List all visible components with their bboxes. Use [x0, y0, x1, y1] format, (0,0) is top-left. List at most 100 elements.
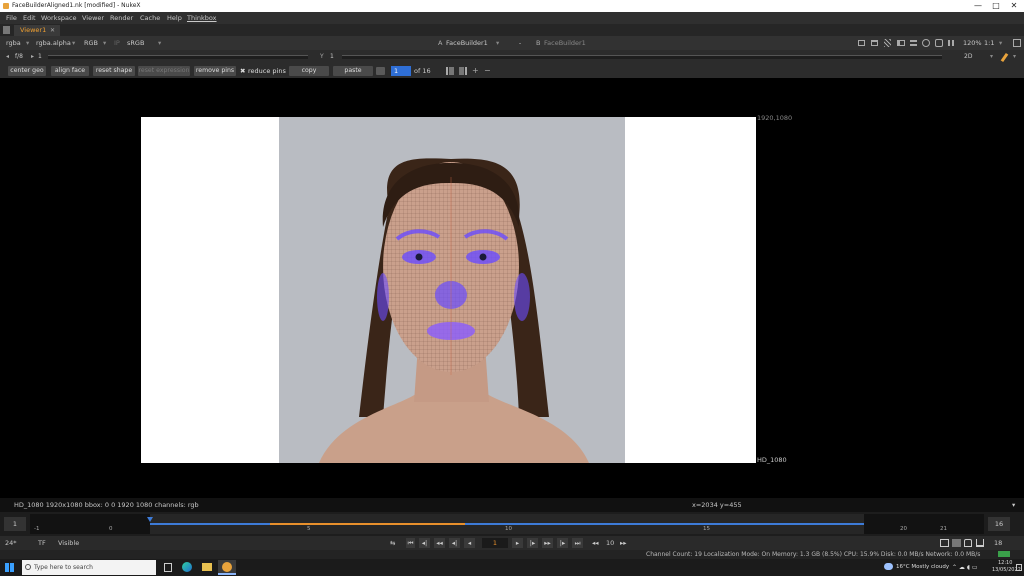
menu-file[interactable]: File	[6, 12, 17, 24]
step-forward-button[interactable]: |▸	[527, 538, 538, 548]
fullframe-icon[interactable]	[1013, 39, 1021, 47]
first-keyframe-icon[interactable]	[446, 67, 454, 75]
view-mode-dropdown[interactable]: 2D	[964, 50, 972, 64]
tf-dropdown[interactable]: TF	[38, 536, 46, 550]
close-button[interactable]: ✕	[1004, 0, 1024, 12]
status-bar: Channel Count: 19 Localization Mode: On …	[0, 550, 1024, 559]
gain-slider[interactable]	[48, 55, 308, 59]
nuke-taskbar-button[interactable]	[218, 560, 236, 575]
edge-browser-icon[interactable]	[182, 562, 192, 572]
clock-time[interactable]: 12:10	[998, 560, 1012, 566]
menu-workspace[interactable]: Workspace	[41, 12, 77, 24]
clipping-icon[interactable]	[922, 39, 930, 47]
gamma-slider[interactable]	[342, 55, 942, 59]
visible-dropdown[interactable]: Visible	[58, 536, 79, 550]
add-keyframe-icon[interactable]: +	[472, 67, 480, 75]
roi-icon[interactable]	[858, 40, 865, 46]
info-expand-icon[interactable]: ▾	[1012, 498, 1015, 512]
menu-edit[interactable]: Edit	[23, 12, 36, 24]
timeline-range-bar	[150, 523, 864, 525]
first-frame-button[interactable]: ⏮	[406, 538, 415, 548]
menu-thinkbox[interactable]: Thinkbox	[187, 12, 217, 24]
playhead-marker[interactable]	[147, 517, 153, 522]
increment-forward-icon[interactable]: ▸▸	[620, 536, 627, 550]
pins-icon[interactable]	[376, 67, 385, 75]
render-icon[interactable]	[952, 539, 961, 547]
step-back-increment-button[interactable]: ◂◂	[434, 538, 445, 548]
playback-end-field[interactable]: 18	[994, 536, 1002, 550]
timeline-end-field[interactable]: 16	[988, 517, 1010, 531]
panel-menu-icon[interactable]	[3, 26, 10, 34]
minimize-button[interactable]: —	[968, 0, 988, 12]
reset-shape-button[interactable]: reset shape	[93, 66, 135, 76]
fps-dropdown[interactable]: 24*	[5, 536, 17, 550]
playback-range-icon[interactable]: ⇆	[390, 536, 395, 550]
fstop-value[interactable]: f/8	[15, 50, 23, 64]
task-view-icon[interactable]	[164, 563, 172, 572]
reduce-pins-checkbox[interactable]: ✖	[240, 64, 245, 78]
format-label-bottom: HD_1080	[757, 456, 787, 464]
input-a-dropdown[interactable]: FaceBuilder1	[446, 36, 488, 50]
remove-pins-button[interactable]: remove pins	[194, 66, 236, 76]
reset-expression-button[interactable]: reset expression	[138, 66, 190, 76]
mask-icon[interactable]	[910, 40, 917, 46]
align-face-button[interactable]: align face	[51, 66, 89, 76]
ratio-dropdown[interactable]: 1:1	[984, 36, 994, 50]
paint-brush-icon[interactable]	[1000, 52, 1009, 63]
maximize-button[interactable]: □	[986, 0, 1006, 12]
weather-icon[interactable]	[884, 563, 893, 570]
menu-cache[interactable]: Cache	[140, 12, 160, 24]
checker-icon[interactable]	[884, 39, 891, 47]
timeline[interactable]: 1 -1 0 5 10 15 20 21 16	[0, 512, 1024, 536]
previous-keyframe-button[interactable]: ◂|	[419, 538, 430, 548]
tray-icons[interactable]: ⌃ ☁ ◖ ▭	[952, 559, 978, 576]
pause-icon[interactable]	[948, 40, 954, 46]
taskbar-search-input[interactable]: Type here to search	[22, 560, 156, 575]
play-backward-button[interactable]: ◂	[464, 538, 475, 548]
export-icon[interactable]	[976, 539, 984, 547]
ip-toggle[interactable]: IP	[114, 36, 120, 50]
notifications-icon[interactable]	[1016, 564, 1022, 571]
input-b-dropdown[interactable]: FaceBuilder1	[544, 36, 586, 50]
keyframe-input[interactable]: 1	[391, 66, 411, 76]
zoom-dropdown[interactable]: 120%	[963, 36, 982, 50]
menu-viewer[interactable]: Viewer	[82, 12, 104, 24]
next-keyframe-button[interactable]: |▸	[557, 538, 568, 548]
menu-render[interactable]: Render	[110, 12, 133, 24]
composite-mode-dropdown[interactable]: -	[510, 36, 530, 50]
remove-keyframe-icon[interactable]: −	[484, 67, 492, 75]
step-back-button[interactable]: ◂|	[449, 538, 460, 548]
colorspace-dropdown[interactable]: sRGB	[127, 36, 144, 50]
lut-icon[interactable]	[935, 39, 943, 47]
face-photo[interactable]	[279, 117, 625, 463]
gamma-value[interactable]: 1	[330, 50, 334, 64]
overlay-icon[interactable]	[897, 40, 905, 46]
weather-text[interactable]: 16°C Mostly cloudy	[896, 559, 949, 576]
display-channel-dropdown[interactable]: RGB	[84, 36, 98, 50]
last-keyframe-icon[interactable]	[459, 67, 467, 75]
step-forward-increment-button[interactable]: ▸▸	[542, 538, 553, 548]
increment-back-icon[interactable]: ◂◂	[592, 536, 599, 550]
timeline-out-range-left	[30, 514, 150, 534]
alpha-dropdown[interactable]: rgba.alpha	[36, 36, 71, 50]
increment-field[interactable]: 10	[606, 536, 614, 550]
tab-viewer1[interactable]: Viewer1 ✕	[14, 25, 60, 36]
channels-dropdown[interactable]: rgba	[6, 36, 21, 50]
file-explorer-icon[interactable]	[202, 563, 212, 571]
lock-icon[interactable]	[964, 539, 972, 547]
tab-close-icon[interactable]: ✕	[50, 25, 55, 36]
windows-start-icon[interactable]	[5, 563, 14, 572]
flipbook-icon[interactable]	[940, 539, 949, 547]
tick-label: 0	[109, 526, 113, 532]
guides-icon[interactable]	[871, 40, 878, 46]
gain-value[interactable]: 1	[38, 50, 42, 64]
current-frame-field[interactable]: 1	[482, 538, 508, 548]
format-info: HD_1080 1920x1080 bbox: 0 0 1920 1080 ch…	[14, 501, 199, 509]
paste-button[interactable]: paste	[333, 66, 373, 76]
timeline-start-field[interactable]: 1	[4, 517, 26, 531]
center-geo-button[interactable]: center geo	[8, 66, 46, 76]
menu-help[interactable]: Help	[167, 12, 182, 24]
copy-button[interactable]: copy	[289, 66, 329, 76]
play-forward-button[interactable]: ▸	[512, 538, 523, 548]
last-frame-button[interactable]: ⏭	[572, 538, 583, 548]
